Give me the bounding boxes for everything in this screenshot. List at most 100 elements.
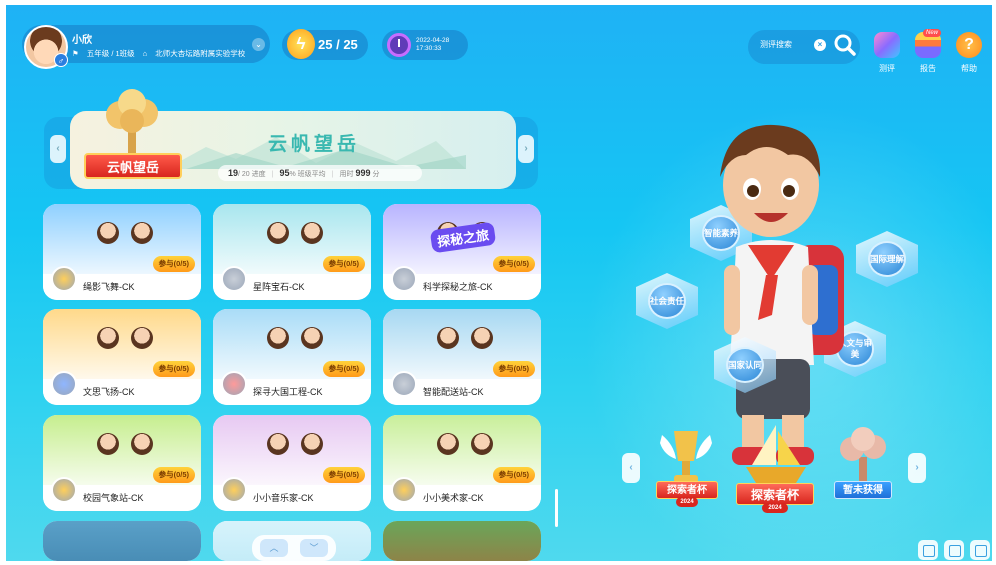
datetime-text: 2022-04-28 17:30:33: [416, 37, 449, 53]
join-label: 参与: [158, 364, 174, 373]
medal-icon: [221, 371, 247, 397]
search-icon[interactable]: [832, 32, 858, 58]
scrollbar[interactable]: [555, 489, 558, 527]
banner-next-button[interactable]: ›: [518, 135, 534, 163]
figure-illustration: [267, 222, 289, 244]
activity-card[interactable]: 探寻大国工程-CK 参与(0/5): [213, 309, 371, 405]
join-count: (0/5): [343, 470, 359, 479]
join-count: (0/5): [343, 259, 359, 268]
competency-label: 国家认同: [726, 347, 764, 383]
activity-card-partial[interactable]: [383, 521, 541, 561]
join-label: 参与: [498, 364, 514, 373]
time-label: 用时: [339, 171, 354, 178]
join-count: (0/5): [513, 470, 529, 479]
medal-icon: [391, 266, 417, 292]
activity-card-partial[interactable]: [43, 521, 201, 561]
eval-button[interactable]: 测评: [872, 32, 902, 74]
activity-card[interactable]: 智能配送站-CK 参与(0/5): [383, 309, 541, 405]
join-button[interactable]: 参与(0/5): [152, 361, 195, 377]
page-down-button[interactable]: ﹀: [300, 539, 328, 557]
figure-illustration: [131, 222, 153, 244]
join-button[interactable]: 参与(0/5): [322, 467, 365, 483]
medal-icon: [51, 266, 77, 292]
date-text: 2022-04-28: [416, 37, 450, 44]
activity-name: 智能配送站-CK: [423, 387, 484, 397]
progress-done: 19: [228, 168, 239, 178]
join-button[interactable]: 参与(0/5): [492, 467, 535, 483]
competency-badge[interactable]: 社会责任: [636, 273, 698, 329]
figure-illustration: [471, 433, 493, 455]
trophy-next-button[interactable]: ›: [908, 453, 926, 483]
activity-name: 小小美术家-CK: [423, 493, 484, 503]
cloud-trophy-icon: [840, 427, 886, 481]
scan-icon[interactable]: [918, 540, 938, 560]
join-label: 参与: [328, 364, 344, 373]
activity-card[interactable]: 小小音乐家-CK 参与(0/5): [213, 415, 371, 511]
join-count: (0/5): [173, 259, 189, 268]
user-name: 小欣: [72, 35, 92, 46]
figure-illustration: [131, 327, 153, 349]
clear-icon[interactable]: ×: [814, 39, 826, 51]
join-button[interactable]: 参与(0/5): [152, 256, 195, 272]
activity-card[interactable]: 探秘之旅 科学探秘之旅-CK 参与(0/5): [383, 204, 541, 300]
competency-badge[interactable]: 国际理解: [856, 231, 918, 287]
energy-separator: /: [332, 37, 344, 52]
progress-total: / 20: [238, 171, 250, 178]
join-label: 参与: [498, 259, 514, 268]
figure-illustration: [301, 222, 323, 244]
school-name: 北师大杏坛路附属实验学校: [155, 49, 246, 58]
ship-trophy-icon: [746, 425, 806, 483]
join-button[interactable]: 参与(0/5): [322, 361, 365, 377]
page-up-button[interactable]: ︿: [260, 539, 288, 557]
trophy-year: 2024: [762, 503, 788, 513]
activity-card[interactable]: 绳影飞舞-CK 参与(0/5): [43, 204, 201, 300]
percent-label: % 班级平均: [289, 171, 326, 178]
report-label: 报告: [920, 64, 936, 73]
figure-illustration: [437, 327, 459, 349]
share-icon[interactable]: [970, 540, 990, 560]
search-input[interactable]: 测评搜索: [760, 39, 792, 50]
join-button[interactable]: 参与(0/5): [492, 256, 535, 272]
activity-card[interactable]: 文思飞扬-CK 参与(0/5): [43, 309, 201, 405]
new-badge: New: [923, 29, 942, 37]
user-details: ⚑ 五年级 / 1班级 ⌂ 北师大杏坛路附属实验学校: [72, 48, 253, 59]
figure-illustration: [267, 327, 289, 349]
activity-card[interactable]: 小小美术家-CK 参与(0/5): [383, 415, 541, 511]
join-button[interactable]: 参与(0/5): [492, 361, 535, 377]
medal-icon: [221, 266, 247, 292]
join-count: (0/5): [513, 364, 529, 373]
lightning-icon: ϟ: [287, 29, 315, 59]
golden-cloud-icon: [106, 89, 158, 153]
banner-prev-button[interactable]: ‹: [50, 135, 66, 163]
activity-card[interactable]: 校园气象站-CK 参与(0/5): [43, 415, 201, 511]
help-button[interactable]: ? 帮助: [954, 32, 984, 74]
activity-name: 探寻大国工程-CK: [253, 387, 323, 397]
trophy-prev-button[interactable]: ‹: [622, 453, 640, 483]
question-icon: ?: [956, 32, 982, 58]
medal-icon: [51, 477, 77, 503]
activity-name: 星阵宝石-CK: [253, 282, 305, 292]
trophy-label-locked: 暂未获得: [834, 481, 892, 499]
join-button[interactable]: 参与(0/5): [322, 256, 365, 272]
report-button[interactable]: 报告: [913, 32, 943, 74]
competency-label: 国际理解: [868, 241, 906, 277]
figure-illustration: [267, 433, 289, 455]
banner-stats: 19/ 20 进度 | 95% 班级平均 | 用时 999 分: [218, 165, 422, 181]
join-count: (0/5): [173, 470, 189, 479]
qr-icon[interactable]: [944, 540, 964, 560]
figure-illustration: [97, 433, 119, 455]
chevron-down-icon[interactable]: ⌄: [252, 38, 265, 51]
figure-illustration: [471, 327, 493, 349]
flag-icon: ⚑: [72, 49, 79, 58]
time-unit: 分: [372, 171, 380, 178]
male-icon: ♂: [54, 53, 68, 67]
figure-illustration: [301, 433, 323, 455]
join-label: 参与: [158, 259, 174, 268]
medal-icon: [221, 477, 247, 503]
help-label: 帮助: [961, 64, 977, 73]
competency-label: 社会责任: [648, 283, 686, 319]
join-button[interactable]: 参与(0/5): [152, 467, 195, 483]
energy-max: 25: [343, 37, 358, 52]
activity-card[interactable]: 星阵宝石-CK 参与(0/5): [213, 204, 371, 300]
medal-icon: [391, 371, 417, 397]
